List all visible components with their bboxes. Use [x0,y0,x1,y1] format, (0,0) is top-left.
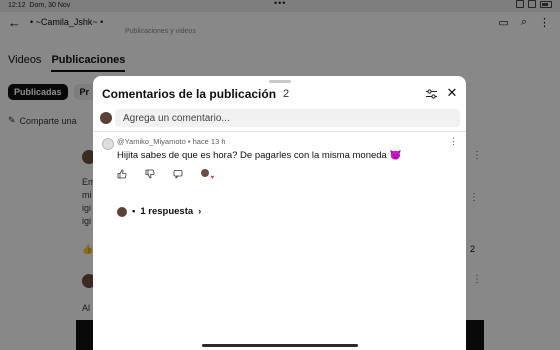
avatar [201,169,209,177]
avatar[interactable] [102,138,114,150]
comment-author[interactable]: @Yamiko_Miyamoto [117,137,186,146]
divider [93,131,466,132]
comment-meta: @Yamiko_Miyamoto • hace 13 h [117,137,226,146]
comment-count: 2 [283,88,290,100]
sheet-title: Comentarios de la publicación [102,87,277,101]
reply-icon[interactable] [173,169,183,179]
heart-icon: ♥ [210,175,214,181]
drag-handle[interactable] [269,80,291,83]
replies-label: 1 respuesta [140,206,194,217]
replies-dot: • [132,206,136,217]
close-icon[interactable]: ✕ [444,85,460,101]
sort-filter-icon[interactable] [424,87,438,101]
comments-sheet: Comentarios de la publicación 2 ✕ @Yamik… [93,76,466,350]
add-comment-input[interactable] [115,109,460,127]
more-vert-icon[interactable]: ⋮ [449,136,458,147]
creator-heart-icon: ♥ [201,169,214,181]
replies-toggle[interactable]: • 1 respuesta › [117,206,201,217]
comment-text: Hijita sabes de que es hora? De pagarles… [117,150,402,161]
comment-actions: ♥ [117,169,214,181]
add-comment-row [93,108,466,130]
avatar [100,112,112,124]
comment-time: hace 13 h [192,137,226,146]
avatar [117,206,127,217]
chevron-right-icon: › [198,206,202,217]
thumb-up-icon[interactable] [117,169,127,179]
thumb-down-icon[interactable] [145,169,155,179]
comment-item: @Yamiko_Miyamoto • hace 13 h ⋮ Hijita sa… [93,136,466,206]
gesture-nav-bar[interactable] [202,344,358,347]
